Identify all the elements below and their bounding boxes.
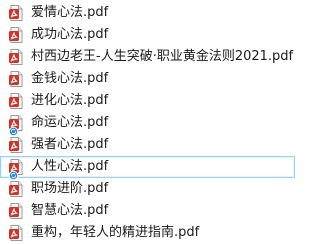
file-name: 进化心法.pdf: [31, 93, 109, 108]
file-name: 强者心法.pdf: [31, 137, 109, 152]
file-name: 成功心法.pdf: [31, 27, 109, 42]
file-row[interactable]: 爱情心法.pdf: [0, 2, 295, 24]
file-name: 智慧心法.pdf: [31, 203, 109, 218]
file-name: 金钱心法.pdf: [31, 71, 109, 86]
file-name: 村西边老王-人生突破·职业黄金法则2021.pdf: [31, 49, 294, 64]
file-row[interactable]: 职场进阶.pdf: [0, 178, 295, 200]
pdf-icon: [8, 27, 24, 43]
pdf-icon: [8, 181, 24, 197]
pdf-icon: [8, 203, 24, 219]
file-name: 职场进阶.pdf: [31, 181, 109, 196]
file-name: 重构，年轻人的精进指南.pdf: [31, 225, 200, 240]
pdf-icon: [8, 49, 24, 65]
pdf-icon: [8, 225, 24, 241]
file-row[interactable]: 村西边老王-人生突破·职业黄金法则2021.pdf: [0, 46, 295, 68]
file-row[interactable]: 重构，年轻人的精进指南.pdf: [0, 222, 295, 244]
file-row[interactable]: 强者心法.pdf: [0, 134, 295, 156]
pdf-icon: [8, 93, 24, 109]
sync-icon: [8, 121, 19, 137]
file-row[interactable]: 进化心法.pdf: [0, 90, 295, 112]
pdf-icon: [8, 71, 24, 87]
file-list: 爱情心法.pdf 成功心法.pdf 村西边老王-人生突破·职业黄金法则2021.pd…: [0, 2, 295, 244]
sync-icon: [8, 165, 19, 181]
file-row[interactable]: 智慧心法.pdf: [0, 200, 295, 222]
file-name: 人性心法.pdf: [31, 159, 109, 174]
pdf-icon: [8, 5, 24, 21]
file-row[interactable]: 命运心法.pdf: [0, 112, 295, 137]
file-row[interactable]: 成功心法.pdf: [0, 24, 295, 46]
file-name: 爱情心法.pdf: [31, 5, 109, 20]
file-row[interactable]: 金钱心法.pdf: [0, 68, 295, 90]
file-name: 命运心法.pdf: [31, 115, 109, 130]
pdf-icon: [8, 137, 24, 153]
file-row[interactable]: 人性心法.pdf: [0, 156, 295, 181]
